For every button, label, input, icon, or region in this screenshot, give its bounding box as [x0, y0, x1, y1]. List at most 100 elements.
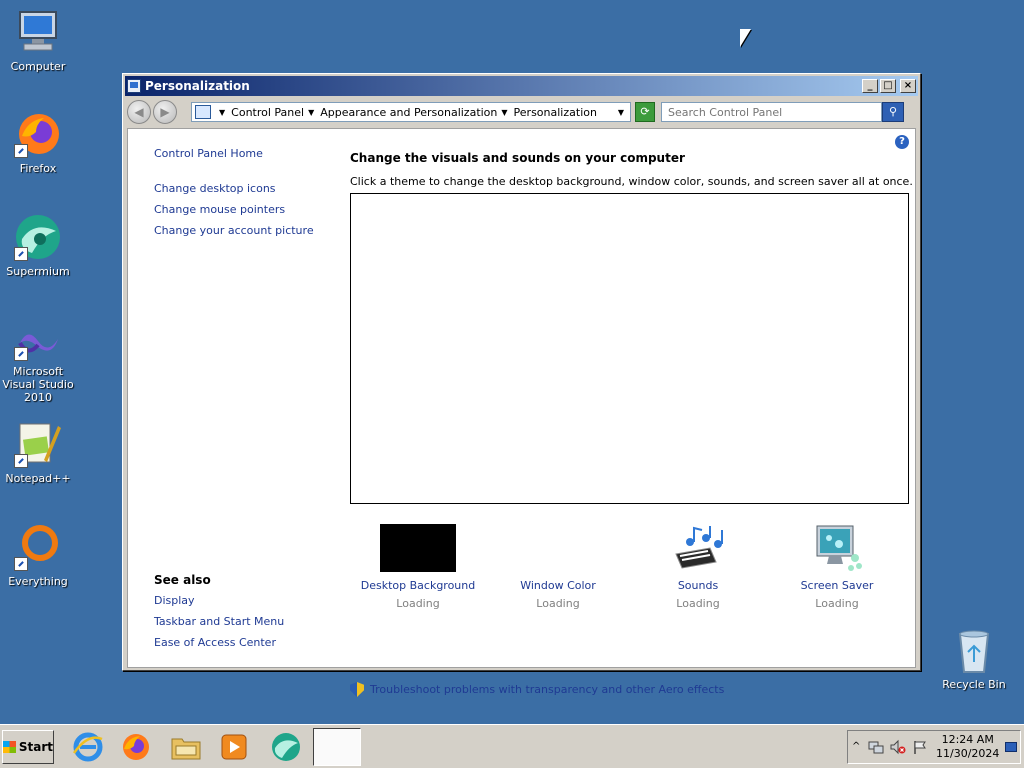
- sounds-tile[interactable]: Sounds Loading: [638, 524, 758, 610]
- action-center-flag-icon[interactable]: [912, 739, 928, 755]
- tile-label[interactable]: Screen Saver: [777, 579, 897, 592]
- tile-status: Loading: [536, 597, 580, 610]
- troubleshoot-aero-link[interactable]: Troubleshoot problems with transparency …: [370, 683, 724, 696]
- search-input[interactable]: [661, 102, 882, 122]
- everything-icon: [14, 523, 62, 571]
- internet-explorer-icon[interactable]: [72, 731, 104, 763]
- breadcrumb-personalization[interactable]: ▼ Personalization: [497, 106, 597, 119]
- system-clock[interactable]: 12:24 AM 11/30/2024: [936, 733, 999, 761]
- desktop-icon-computer[interactable]: Computer: [0, 8, 76, 73]
- change-desktop-icons-link[interactable]: Change desktop icons: [154, 182, 334, 195]
- theme-list[interactable]: [350, 193, 909, 504]
- breadcrumb-arrow-icon[interactable]: ▼: [308, 108, 314, 117]
- desktop-icon-label: Supermium: [6, 265, 70, 278]
- maximize-button[interactable]: □: [880, 79, 896, 93]
- windows-logo-icon: [3, 741, 16, 753]
- see-also-heading: See also: [154, 573, 211, 587]
- window-titlebar[interactable]: Personalization _ □ ×: [125, 76, 918, 96]
- see-also-section: See also Display Taskbar and Start Menu …: [154, 573, 334, 657]
- desktop-icon-label: Notepad++: [5, 472, 71, 485]
- notification-area: ^ 12:24 AM 11/30/2024: [847, 730, 1021, 764]
- tile-label[interactable]: Window Color: [498, 579, 618, 592]
- window-controls: _ □ ×: [862, 79, 916, 93]
- media-player-icon[interactable]: [218, 731, 250, 763]
- file-explorer-icon[interactable]: [170, 731, 202, 763]
- show-hidden-icons-icon[interactable]: ^: [852, 739, 862, 755]
- desktop-icon-supermium[interactable]: Supermium: [0, 213, 76, 278]
- start-button[interactable]: Start: [2, 730, 54, 764]
- desktop-icon-label: Recycle Bin: [942, 678, 1006, 691]
- search-icon[interactable]: ⚲: [882, 102, 904, 122]
- shield-icon: [350, 682, 364, 697]
- minimize-button[interactable]: _: [862, 79, 878, 93]
- taskbar-window-button[interactable]: [313, 728, 361, 766]
- breadcrumb-arrow-icon[interactable]: ▼: [219, 108, 225, 117]
- control-panel-icon: [127, 79, 141, 93]
- volume-muted-icon[interactable]: [890, 739, 906, 755]
- tile-status: Loading: [396, 597, 440, 610]
- shortcut-arrow-icon: [14, 454, 28, 468]
- window-color-tile[interactable]: Window Color Loading: [498, 524, 618, 610]
- screen-saver-tile[interactable]: Screen Saver Loading: [777, 524, 897, 610]
- close-button[interactable]: ×: [900, 79, 916, 93]
- breadcrumb-control-panel[interactable]: ▼ Control Panel: [215, 106, 304, 119]
- desktop-icon-label: Computer: [10, 60, 66, 73]
- clock-date: 11/30/2024: [936, 747, 1000, 760]
- mouse-cursor-icon: [740, 29, 751, 47]
- breadcrumb-arrow-icon[interactable]: ▼: [501, 108, 507, 117]
- network-icon[interactable]: [868, 739, 884, 755]
- show-desktop-icon[interactable]: [1005, 742, 1018, 752]
- firefox-icon[interactable]: [120, 731, 152, 763]
- tile-label[interactable]: Sounds: [638, 579, 758, 592]
- desktop-icon-label: Microsoft Visual Studio 2010: [2, 365, 74, 404]
- control-panel-icon: [195, 105, 211, 119]
- screen-saver-icon: [799, 524, 875, 572]
- sounds-icon: [660, 524, 736, 572]
- desktop-icon-label: Firefox: [19, 162, 57, 175]
- address-bar[interactable]: ▼ Control Panel ▼ Appearance and Persona…: [191, 102, 631, 122]
- breadcrumb-appearance[interactable]: ▼ Appearance and Personalization: [304, 106, 497, 119]
- troubleshoot-link-row[interactable]: Troubleshoot problems with transparency …: [350, 682, 724, 697]
- help-icon[interactable]: ?: [895, 135, 909, 149]
- desktop-icon-firefox[interactable]: Firefox: [0, 110, 76, 175]
- ease-of-access-link[interactable]: Ease of Access Center: [154, 636, 334, 649]
- taskbar-start-menu-link[interactable]: Taskbar and Start Menu: [154, 615, 334, 628]
- breadcrumb-label: Appearance and Personalization: [320, 105, 498, 119]
- back-button[interactable]: ◀: [127, 100, 151, 124]
- refresh-icon[interactable]: ⟳: [635, 102, 655, 122]
- desktop-background-tile[interactable]: Desktop Background Loading: [358, 524, 478, 610]
- supermium-icon: [14, 213, 62, 261]
- recycle-bin-icon: [950, 626, 998, 674]
- shortcut-arrow-icon: [14, 557, 28, 571]
- start-label: Start: [18, 740, 53, 754]
- change-account-picture-link[interactable]: Change your account picture: [154, 224, 334, 237]
- address-dropdown-icon[interactable]: ▼: [618, 108, 624, 117]
- desktop-icon-visual-studio[interactable]: Microsoft Visual Studio 2010: [0, 323, 76, 404]
- window-title: Personalization: [145, 79, 250, 93]
- notepadpp-icon: [14, 420, 62, 468]
- visual-studio-icon: [14, 323, 62, 361]
- desktop-icon-label: Everything: [8, 575, 68, 588]
- forward-button[interactable]: ▶: [153, 100, 177, 124]
- supermium-icon[interactable]: [270, 731, 302, 763]
- shortcut-arrow-icon: [14, 144, 28, 158]
- tile-label[interactable]: Desktop Background: [358, 579, 478, 592]
- tasks-pane: Control Panel Home Change desktop icons …: [154, 147, 334, 245]
- firefox-icon: [14, 110, 62, 158]
- change-mouse-pointers-link[interactable]: Change mouse pointers: [154, 203, 334, 216]
- breadcrumb-label: Personalization: [513, 105, 597, 119]
- tile-status: Loading: [815, 597, 859, 610]
- desktop-icon-everything[interactable]: Everything: [0, 523, 76, 588]
- breadcrumb-label: Control Panel: [231, 105, 305, 119]
- page-subtitle: Click a theme to change the desktop back…: [350, 175, 913, 188]
- navigation-bar: ◀ ▶ ▼ Control Panel ▼ Appearance and Per…: [127, 98, 916, 126]
- settings-tiles: Desktop Background Loading Window Color …: [350, 524, 909, 614]
- tile-status: Loading: [676, 597, 720, 610]
- desktop-icon-recycle-bin[interactable]: Recycle Bin: [936, 626, 1012, 691]
- control-panel-home-link[interactable]: Control Panel Home: [154, 147, 334, 160]
- desktop-icon-notepadpp[interactable]: Notepad++: [0, 420, 76, 485]
- computer-icon: [14, 8, 62, 56]
- shortcut-arrow-icon: [14, 247, 28, 261]
- display-link[interactable]: Display: [154, 594, 334, 607]
- window-color-icon: [520, 524, 596, 572]
